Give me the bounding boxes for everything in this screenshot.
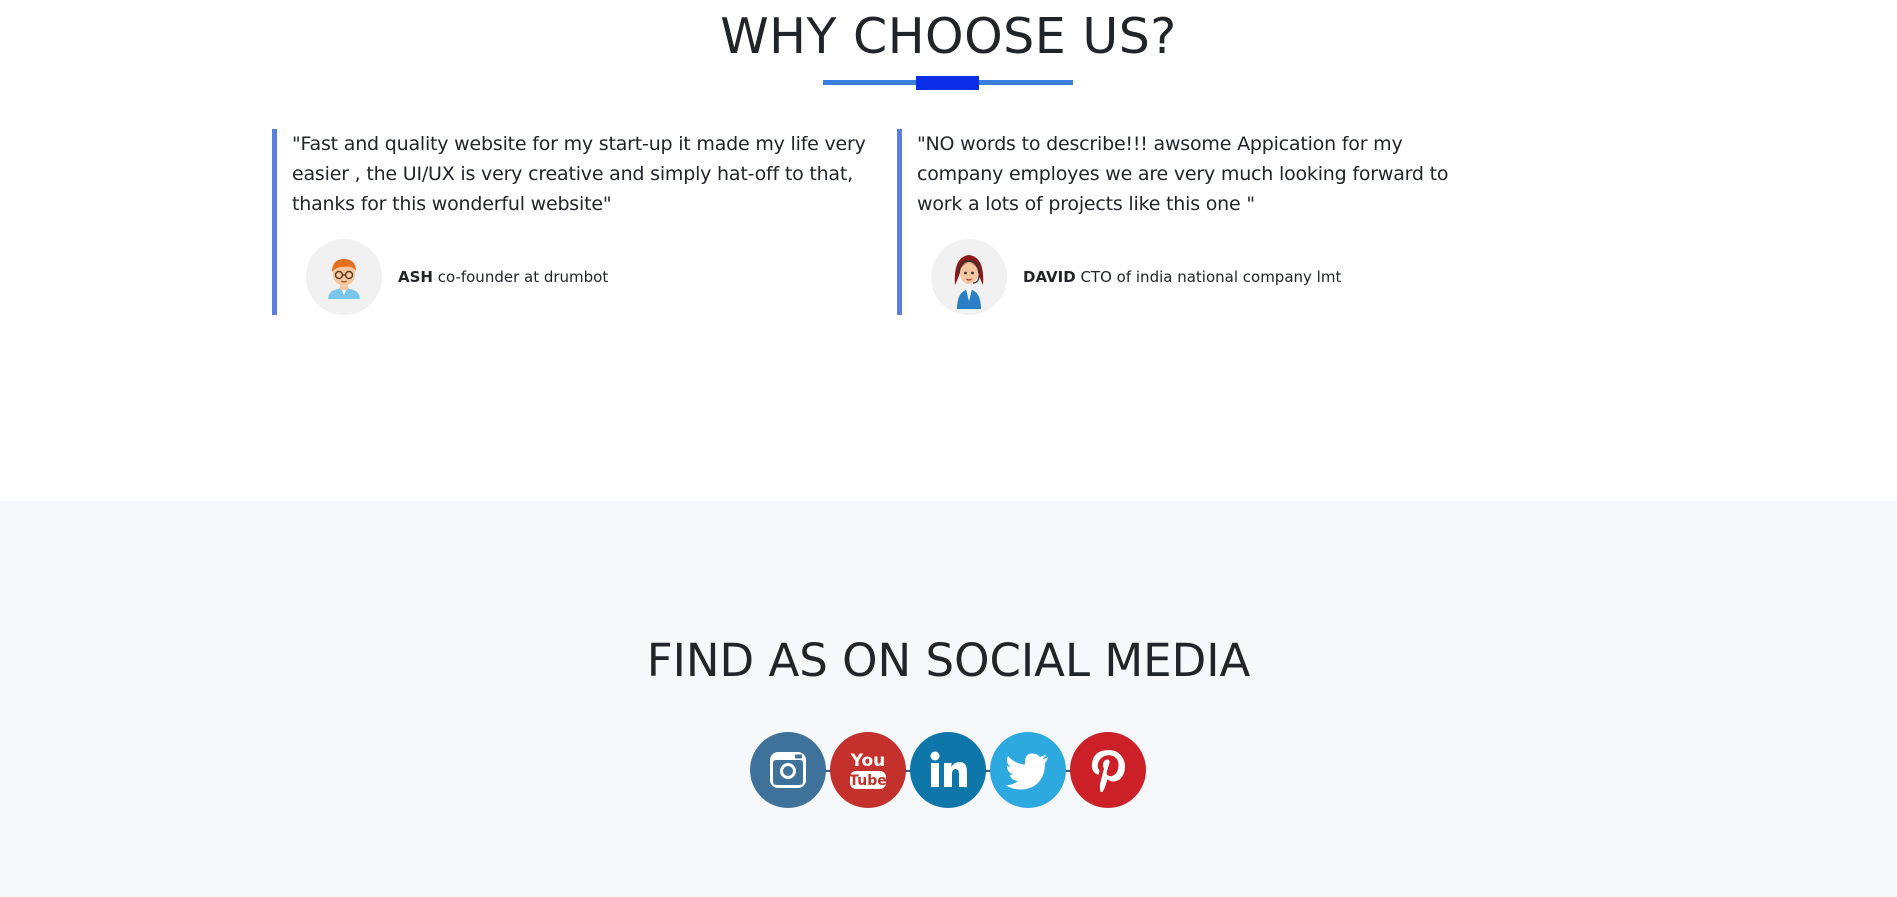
linkedin-link[interactable] xyxy=(910,732,986,808)
social-media-section: FIND AS ON SOCIAL MEDIA You Tube xyxy=(0,501,1897,897)
section-title: WHY CHOOSE US? xyxy=(720,8,1177,65)
woman-with-headset-icon xyxy=(931,239,1007,315)
social-section-title: FIND AS ON SOCIAL MEDIA xyxy=(646,634,1251,687)
youtube-icon: You Tube xyxy=(830,732,906,808)
youtube-link[interactable]: You Tube xyxy=(830,732,906,808)
instagram-icon xyxy=(750,732,826,808)
twitter-icon xyxy=(990,732,1066,808)
youtube-logo-bottom: Tube xyxy=(849,773,887,789)
avatar xyxy=(931,239,1007,315)
why-choose-us-section: WHY CHOOSE US? "Fast and quality website… xyxy=(0,0,1897,501)
author-name: DAVID xyxy=(1023,268,1076,286)
testimonial-quote: "NO words to describe!!! awsome Appicati… xyxy=(917,133,1449,215)
instagram-link[interactable] xyxy=(750,732,826,808)
man-with-glasses-icon xyxy=(306,239,382,315)
testimonial-author: DAVID CTO of india national company lmt xyxy=(931,239,1341,315)
testimonial-author: ASH co-founder at drumbot xyxy=(306,239,608,315)
social-icons-row: You Tube xyxy=(750,732,1146,808)
author-line: ASH co-founder at drumbot xyxy=(398,268,608,286)
youtube-logo-top: You xyxy=(850,751,886,771)
testimonial-quote: "Fast and quality website for my start-u… xyxy=(292,133,866,215)
title-underline-accent xyxy=(916,76,979,90)
testimonial-card: "NO words to describe!!! awsome Appicati… xyxy=(897,129,1482,315)
avatar xyxy=(306,239,382,315)
author-role: CTO of india national company lmt xyxy=(1075,268,1342,286)
pinterest-link[interactable] xyxy=(1070,732,1146,808)
pinterest-icon xyxy=(1070,732,1146,808)
linkedin-icon xyxy=(910,732,986,808)
testimonial-card: "Fast and quality website for my start-u… xyxy=(272,129,892,315)
twitter-link[interactable] xyxy=(990,732,1066,808)
author-name: ASH xyxy=(398,268,433,286)
author-role: co-founder at drumbot xyxy=(432,268,609,286)
author-line: DAVID CTO of india national company lmt xyxy=(1023,268,1341,286)
